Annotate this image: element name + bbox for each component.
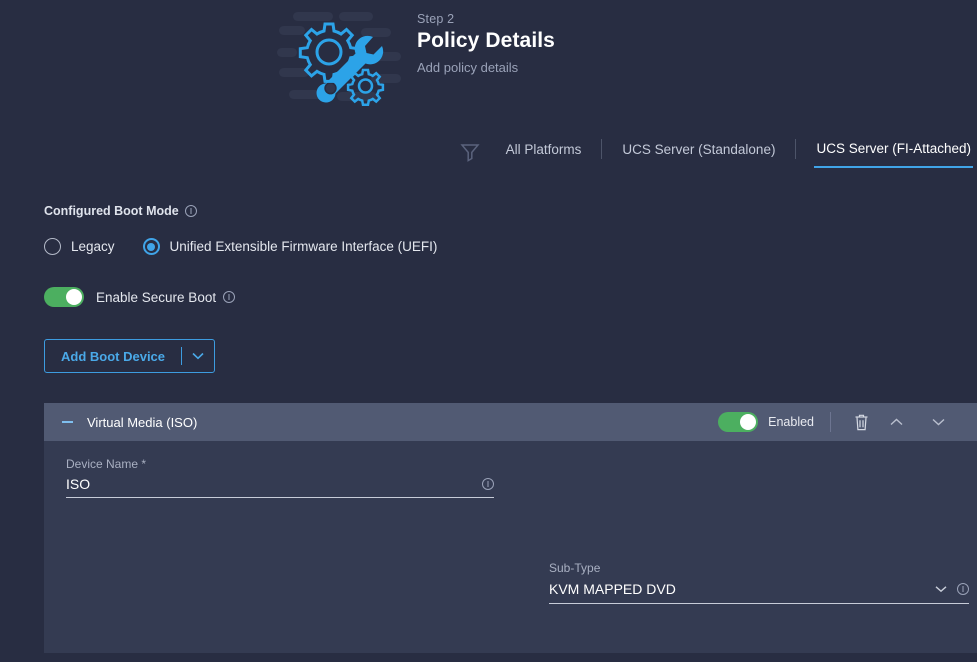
toggle-knob [740, 414, 757, 430]
policy-form: Configured Boot Mode Legacy Unified Exte… [0, 204, 977, 653]
chevron-down-icon[interactable] [182, 340, 214, 372]
boot-device-body: Device Name * ISO Sub-Type KVM MAPPED DV… [44, 441, 977, 653]
enable-secure-boot-label-text: Enable Secure Boot [96, 289, 217, 305]
radio-legacy[interactable] [44, 238, 61, 255]
boot-device-header: Virtual Media (ISO) Enabled [44, 403, 977, 441]
boot-device-panel: Virtual Media (ISO) Enabled Device Name … [44, 403, 977, 653]
boot-device-header-actions: Enabled [718, 408, 977, 436]
secure-boot-row: Enable Secure Boot [44, 287, 977, 307]
radio-uefi-label[interactable]: Unified Extensible Firmware Interface (U… [170, 239, 438, 254]
device-name-value[interactable]: ISO [66, 476, 482, 492]
toggle-knob [66, 289, 82, 305]
info-icon[interactable] [223, 291, 236, 303]
device-name-input[interactable]: ISO [66, 476, 494, 498]
radio-legacy-label[interactable]: Legacy [71, 239, 115, 254]
tab-separator [601, 139, 603, 159]
sub-type-label: Sub-Type [549, 561, 601, 575]
move-device-down-button[interactable] [917, 408, 959, 436]
tab-separator [795, 139, 797, 159]
page-header: Step 2 Policy Details Add policy details [0, 0, 977, 112]
info-icon[interactable] [184, 205, 197, 217]
boot-mode-radio-group: Legacy Unified Extensible Firmware Inter… [44, 238, 977, 255]
header-separator [830, 412, 831, 432]
header-text-block: Step 2 Policy Details Add policy details [417, 8, 555, 75]
page-title: Policy Details [417, 29, 555, 52]
sub-type-field-group: Sub-Type KVM MAPPED DVD [549, 561, 969, 604]
device-name-label: Device Name * [66, 457, 147, 471]
info-icon[interactable] [482, 478, 494, 490]
enable-secure-boot-label: Enable Secure Boot [96, 289, 236, 305]
trash-icon[interactable] [847, 408, 875, 436]
boot-device-title: Virtual Media (ISO) [87, 414, 198, 430]
chevron-down-icon[interactable] [935, 580, 947, 598]
tab-all-platforms[interactable]: All Platforms [504, 138, 584, 167]
step-label: Step 2 [417, 12, 455, 26]
sub-type-select[interactable]: KVM MAPPED DVD [549, 580, 969, 604]
sub-type-value[interactable]: KVM MAPPED DVD [549, 581, 925, 597]
filter-funnel-icon[interactable] [458, 140, 482, 164]
add-boot-device-button[interactable]: Add Boot Device [44, 339, 216, 373]
gears-wrench-illustration [275, 8, 405, 108]
tab-ucs-server-fi-attached[interactable]: UCS Server (FI-Attached) [814, 137, 973, 168]
enable-secure-boot-toggle[interactable] [44, 287, 84, 307]
tab-ucs-server-standalone[interactable]: UCS Server (Standalone) [620, 138, 777, 167]
radio-uefi[interactable] [142, 238, 160, 255]
device-name-field-group: Device Name * ISO [66, 457, 955, 498]
configured-boot-mode-label: Configured Boot Mode [44, 204, 977, 218]
configured-boot-mode-label-text: Configured Boot Mode [44, 204, 179, 218]
device-enabled-toggle[interactable] [718, 412, 759, 432]
device-enabled-label: Enabled [768, 415, 814, 429]
add-boot-device-label[interactable]: Add Boot Device [45, 340, 181, 372]
platform-tabbar: All Platforms UCS Server (Standalone) UC… [0, 130, 977, 174]
page-subtitle: Add policy details [417, 60, 519, 75]
info-icon[interactable] [957, 583, 969, 595]
collapse-minus-icon[interactable] [62, 421, 73, 423]
move-device-up-button[interactable] [875, 408, 917, 436]
